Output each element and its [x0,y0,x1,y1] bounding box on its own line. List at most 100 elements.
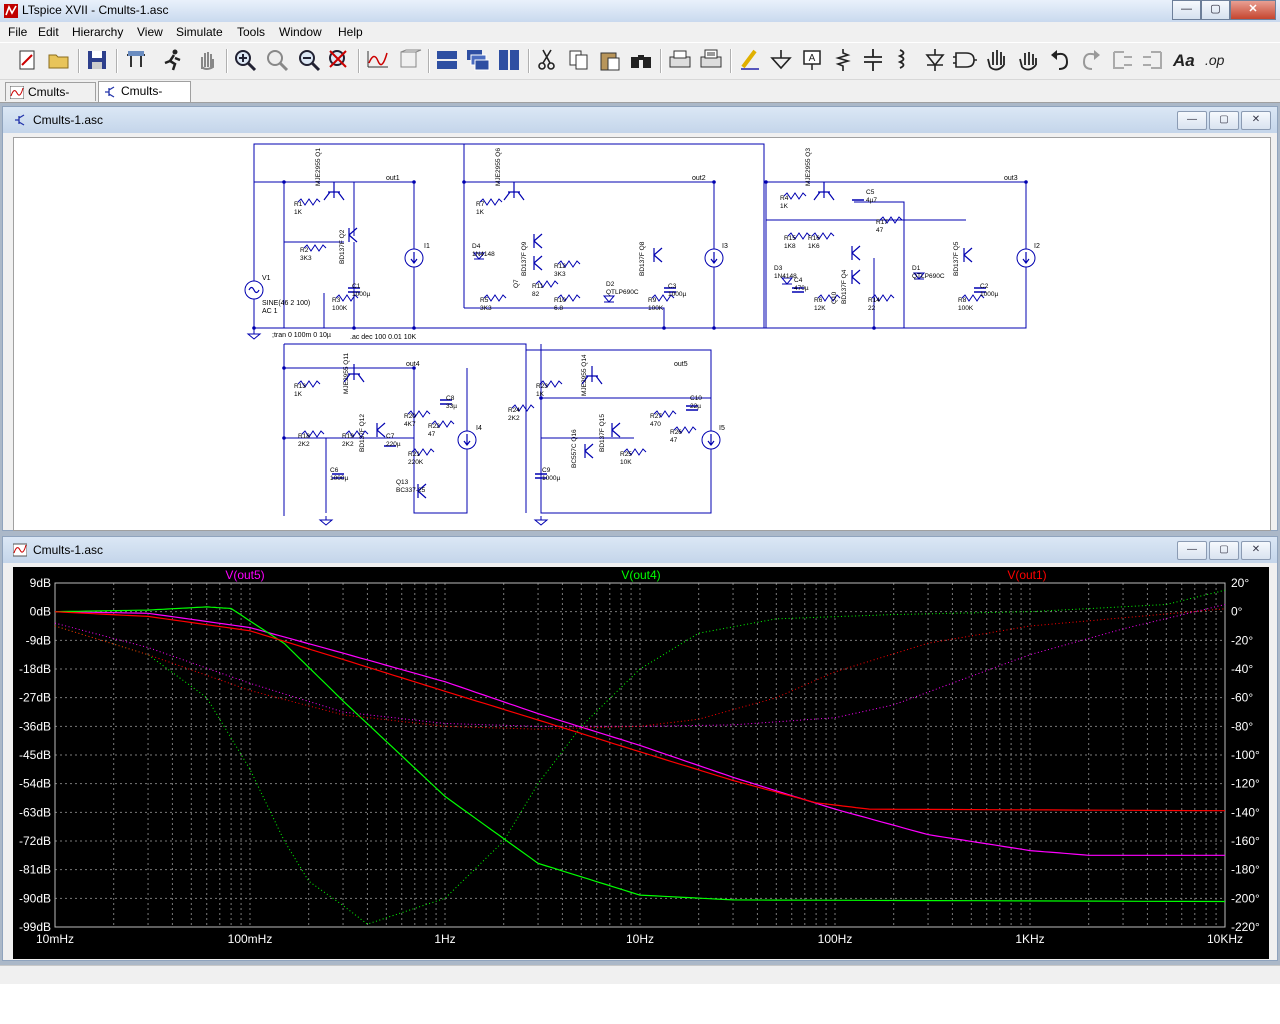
menu-hierarchy[interactable]: Hierarchy [72,25,123,39]
component-label: R18 [298,433,310,440]
tab-waveform[interactable]: Cmults-1.asc [5,82,96,118]
spice-directive-icon[interactable]: .op [1202,47,1228,73]
y-right-tick-label: 0° [1231,605,1243,619]
close-button[interactable]: ✕ [1230,0,1276,20]
component-label: R23 [536,383,548,390]
menu-simulate[interactable]: Simulate [176,25,223,39]
menu-view[interactable]: View [137,25,163,39]
component-label: BD137F Q8 [639,241,646,276]
component-label: R8 [958,297,967,304]
resistor-icon[interactable] [830,47,856,73]
menu-edit[interactable]: Edit [38,25,59,39]
component-value: 3K3 [554,271,566,278]
waveform-plot[interactable]: 9dB 0dB -9dB -18dB -27dB -36dB -45dB -54dB -63dB… [13,567,1269,959]
component-value: 220K [408,459,424,466]
diode-icon[interactable] [922,47,948,73]
zoom-out-icon[interactable] [296,47,322,73]
schematic-window-titlebar[interactable]: Cmults-1.asc — ▢ ✕ [3,107,1277,133]
mirror-icon[interactable] [1140,47,1166,73]
find-binoculars-icon[interactable] [628,47,654,73]
rotate-icon[interactable] [1109,47,1135,73]
component-value: 1000µ [542,475,560,482]
y-right-tick-label: -180° [1231,863,1260,877]
schematic-close-button[interactable]: ✕ [1241,111,1271,130]
schematic-canvas[interactable]: out1 out2 out3 out4 out5 I1 I2 I3 I4 I5 … [13,137,1271,531]
component-icon[interactable] [952,47,978,73]
y-right-tick-label: -140° [1231,805,1260,819]
paste-icon[interactable] [597,47,623,73]
schematic-minimize-button[interactable]: — [1177,111,1207,130]
component-label: D1 [912,265,921,272]
component-label: R14 [868,297,880,304]
cut-icon[interactable] [534,47,560,73]
component-value: 1000µ [980,291,998,298]
waveform-minimize-button[interactable]: — [1177,541,1207,560]
menu-help[interactable]: Help [338,25,363,39]
component-value: 470µ [794,285,809,292]
component-value: 47 [876,227,884,234]
waveform-maximize-button[interactable]: ▢ [1209,541,1239,560]
waveform-close-button[interactable]: ✕ [1241,541,1271,560]
component-value: 2K2 [342,441,354,448]
cascade-windows-icon[interactable] [465,47,491,73]
menu-tools[interactable]: Tools [237,25,265,39]
tab-schematic[interactable]: Cmults-1.asc [98,81,191,117]
pan-zoom-icon[interactable] [264,47,290,73]
control-panel-icon[interactable] [123,47,149,73]
print-preview-icon[interactable] [698,47,724,73]
save-icon[interactable] [84,47,110,73]
move-hand-icon[interactable] [984,47,1010,73]
component-label: R22 [428,423,440,430]
y-right-tick-label: -200° [1231,891,1260,905]
component-label: C5 [866,189,875,196]
tile-vertical-icon[interactable] [496,47,522,73]
zoom-fit-icon[interactable] [326,47,352,73]
component-label: R13 [294,383,306,390]
ground-icon[interactable] [768,47,794,73]
component-label: BD137F Q9 [521,241,528,276]
source-ac: AC 1 [262,308,278,315]
open-folder-icon[interactable] [46,47,72,73]
run-icon[interactable] [160,47,186,73]
menu-file[interactable]: File [8,25,27,39]
draw-wire-icon[interactable] [737,47,763,73]
x-tick-label: 1KHz [1015,932,1044,946]
capacitor-icon[interactable] [860,47,886,73]
label-net-icon[interactable]: A [799,47,825,73]
new-schematic-icon[interactable] [14,47,40,73]
tile-horizontal-icon[interactable] [434,47,460,73]
copy-icon[interactable] [566,47,592,73]
x-tick-label: 1Hz [434,932,455,946]
undo-icon[interactable] [1047,47,1073,73]
component-value: 1000µ [352,291,370,298]
component-value: QTLP690C [606,289,639,296]
menu-bar: File Edit Hierarchy View Simulate Tools … [0,22,1280,42]
maximize-button[interactable]: ▢ [1201,0,1230,20]
component-label: R12 [554,263,566,270]
x-tick-label: 100Hz [818,932,853,946]
autorange-icon[interactable] [365,47,391,73]
component-label: C7 [386,433,395,440]
tran-directive: ;tran 0 100m 0 10µ [272,332,331,339]
halt-hand-icon[interactable] [194,47,220,73]
y-left-tick-label: 9dB [30,576,51,590]
minimize-button[interactable]: — [1172,0,1201,20]
window-title: LTspice XVII - Cmults-1.asc [22,3,169,17]
component-label: D2 [606,281,615,288]
component-label: R11 [532,283,544,290]
menu-window[interactable]: Window [279,25,322,39]
component-value: 4µ7 [866,197,877,204]
component-value: 2K2 [508,415,520,422]
text-icon[interactable]: Aa [1171,47,1197,73]
edit-schematic-icon[interactable] [396,47,422,73]
schematic-maximize-button[interactable]: ▢ [1209,111,1239,130]
drag-hand-icon[interactable] [1015,47,1041,73]
inductor-icon[interactable] [890,47,916,73]
redo-icon[interactable] [1078,47,1104,73]
schematic-drawing: out1 out2 out3 out4 out5 I1 I2 I3 I4 I5 … [244,143,1040,526]
svg-text:Aa: Aa [1172,51,1195,70]
component-label: C8 [446,395,455,402]
zoom-in-icon[interactable] [232,47,258,73]
print-icon[interactable] [667,47,693,73]
waveform-window-titlebar[interactable]: Cmults-1.asc — ▢ ✕ [3,537,1277,563]
